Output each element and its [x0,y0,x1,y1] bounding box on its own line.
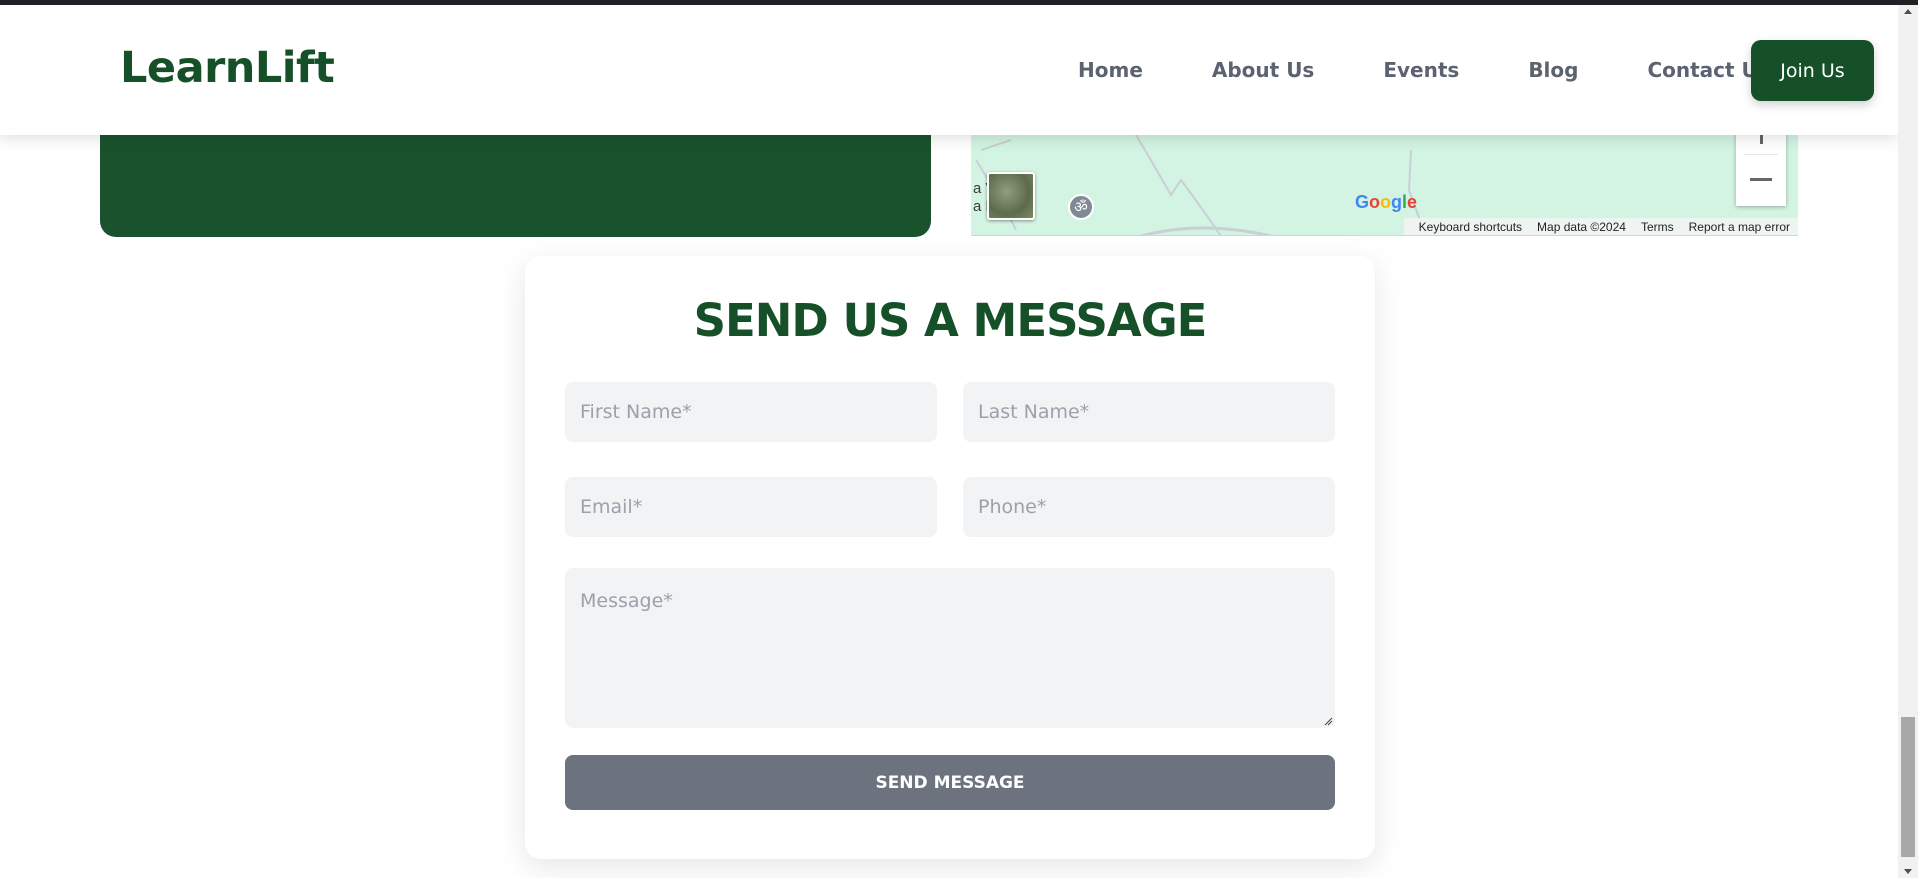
message-field[interactable]: Message* [565,568,1335,728]
map-attribution: Keyboard shortcuts Map data ©2024 Terms … [1403,218,1798,235]
send-message-button[interactable]: SEND MESSAGE [565,755,1335,810]
email-field[interactable]: Email* [565,477,937,537]
phone-field[interactable]: Phone* [963,477,1335,537]
scroll-thumb[interactable] [1901,717,1915,857]
satellite-toggle[interactable] [987,172,1035,220]
contact-form-card: SEND US A MESSAGE First Name* Last Name*… [525,256,1375,859]
scroll-down-icon[interactable] [1904,869,1912,874]
resize-handle-icon[interactable] [1323,716,1333,726]
google-logo: Google [1355,192,1418,212]
site-header: LearnLift Home About Us Events Blog Cont… [0,5,1898,135]
nav-home[interactable]: Home [1078,58,1143,82]
first-name-field[interactable]: First Name* [565,382,937,442]
terms-link[interactable]: Terms [1641,220,1674,234]
nav-about-us[interactable]: About Us [1212,58,1314,82]
temple-pin-icon[interactable]: ॐ [1068,194,1094,220]
last-name-field[interactable]: Last Name* [963,382,1335,442]
map-data-label: Map data ©2024 [1537,220,1626,234]
scroll-up-icon[interactable] [1904,9,1912,14]
keyboard-shortcuts-link[interactable]: Keyboard shortcuts [1419,220,1522,234]
zoom-divider [1744,154,1778,155]
form-title: SEND US A MESSAGE [693,294,1208,347]
page-scrollbar[interactable] [1898,5,1918,878]
site-logo[interactable]: LearnLift [120,43,335,93]
message-placeholder: Message* [580,590,673,612]
main-nav: Home About Us Events Blog Contact Us [1078,58,1770,82]
nav-blog[interactable]: Blog [1528,58,1578,82]
browser-top-strip [0,0,1918,5]
join-us-button[interactable]: Join Us [1751,40,1874,101]
zoom-out-icon[interactable] [1750,178,1772,181]
report-map-error-link[interactable]: Report a map error [1689,220,1790,234]
nav-events[interactable]: Events [1383,58,1459,82]
